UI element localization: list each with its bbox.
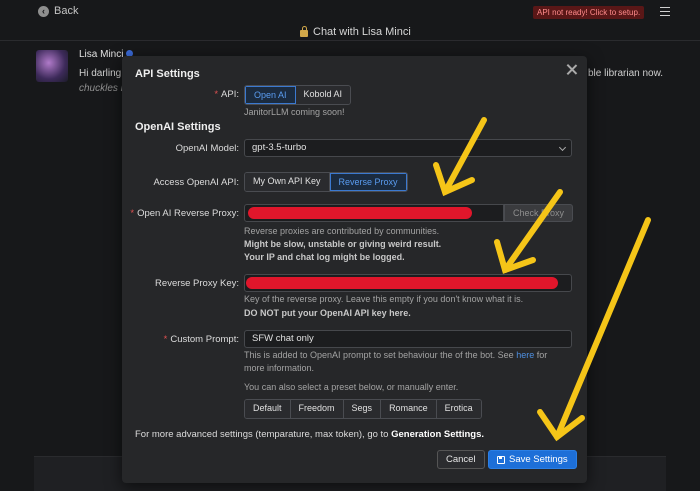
preset-note: You can also select a preset below, or m… bbox=[244, 382, 459, 392]
model-select[interactable]: gpt-3.5-turbo bbox=[244, 139, 572, 157]
redaction-mark bbox=[246, 277, 558, 289]
proxy-key-note-1: Key of the reverse proxy. Leave this emp… bbox=[244, 294, 524, 304]
proxy-note-2: Might be slow, unstable or giving weird … bbox=[244, 239, 442, 249]
custom-prompt-input[interactable]: SFW chat only bbox=[244, 330, 572, 348]
message-action-text: chuckles D bbox=[79, 83, 128, 94]
message-text: Hi darling, bbox=[79, 68, 125, 79]
chevron-down-icon bbox=[558, 143, 567, 152]
back-label: Back bbox=[54, 5, 79, 17]
access-option-own-key[interactable]: My Own API Key bbox=[245, 173, 330, 191]
openai-section-title: OpenAI Settings bbox=[135, 121, 221, 133]
access-label: Access OpenAI API: bbox=[153, 177, 239, 188]
message-text-end: ble librarian now. bbox=[588, 68, 664, 79]
api-note: JanitorLLM coming soon! bbox=[244, 107, 345, 117]
custom-prompt-label: * Custom Prompt: bbox=[163, 334, 239, 345]
preset-segs[interactable]: Segs bbox=[343, 400, 382, 418]
preset-freedom[interactable]: Freedom bbox=[290, 400, 344, 418]
save-settings-label: Save Settings bbox=[509, 453, 568, 465]
model-select-value: gpt-3.5-turbo bbox=[252, 142, 307, 153]
prompt-help-link[interactable]: here bbox=[516, 350, 534, 360]
hamburger-menu-icon[interactable] bbox=[660, 7, 670, 16]
cancel-button[interactable]: Cancel bbox=[437, 450, 485, 469]
save-settings-button[interactable]: Save Settings bbox=[488, 450, 577, 469]
prompt-note-2: more information. bbox=[244, 363, 315, 373]
access-option-reverse-proxy[interactable]: Reverse Proxy bbox=[329, 173, 407, 191]
proxy-key-label: Reverse Proxy Key: bbox=[155, 278, 239, 289]
model-label: OpenAI Model: bbox=[175, 143, 239, 154]
chat-title-text: Chat with Lisa Minci bbox=[313, 26, 411, 38]
api-selector: Open AI Kobold AI bbox=[244, 85, 352, 105]
check-proxy-button[interactable]: Check Proxy bbox=[504, 204, 574, 222]
top-bar: ‹ Back API not ready! Click to setup. bbox=[0, 0, 700, 28]
advanced-settings-note: For more advanced settings (temparature,… bbox=[135, 429, 484, 440]
proxy-note-1: Reverse proxies are contributed by commu… bbox=[244, 226, 440, 236]
proxy-note-3: Your IP and chat log might be logged. bbox=[244, 252, 405, 262]
preset-erotica[interactable]: Erotica bbox=[436, 400, 481, 418]
proxy-key-note-2: DO NOT put your OpenAI API key here. bbox=[244, 308, 411, 318]
proxy-label: * Open AI Reverse Proxy: bbox=[130, 208, 239, 219]
back-arrow-icon: ‹ bbox=[38, 5, 49, 17]
preset-romance[interactable]: Romance bbox=[381, 400, 437, 418]
close-icon[interactable] bbox=[565, 63, 579, 77]
chat-title: Chat with Lisa Minci bbox=[300, 26, 411, 38]
api-option-openai[interactable]: Open AI bbox=[245, 86, 296, 104]
save-icon bbox=[497, 455, 505, 464]
api-warning-badge[interactable]: API not ready! Click to setup. bbox=[533, 6, 645, 19]
character-name-text: Lisa Minci bbox=[79, 49, 124, 60]
modal-title: API Settings bbox=[135, 68, 200, 80]
api-option-koboldai[interactable]: Kobold AI bbox=[295, 86, 351, 104]
preset-default[interactable]: Default bbox=[245, 400, 291, 418]
lock-icon bbox=[300, 26, 308, 37]
redaction-mark bbox=[248, 207, 472, 219]
header-divider bbox=[0, 40, 700, 41]
avatar[interactable] bbox=[36, 50, 68, 82]
generation-settings-link[interactable]: Generation Settings. bbox=[391, 429, 484, 440]
prompt-note-1: This is added to OpenAI prompt to set be… bbox=[244, 350, 548, 360]
api-settings-modal: API Settings * API: Open AI Kobold AI Jan… bbox=[122, 56, 587, 483]
back-button[interactable]: ‹ Back bbox=[38, 5, 78, 17]
access-selector: My Own API Key Reverse Proxy bbox=[244, 172, 408, 192]
preset-selector: Default Freedom Segs Romance Erotica bbox=[244, 399, 482, 419]
api-label: * API: bbox=[214, 89, 239, 100]
